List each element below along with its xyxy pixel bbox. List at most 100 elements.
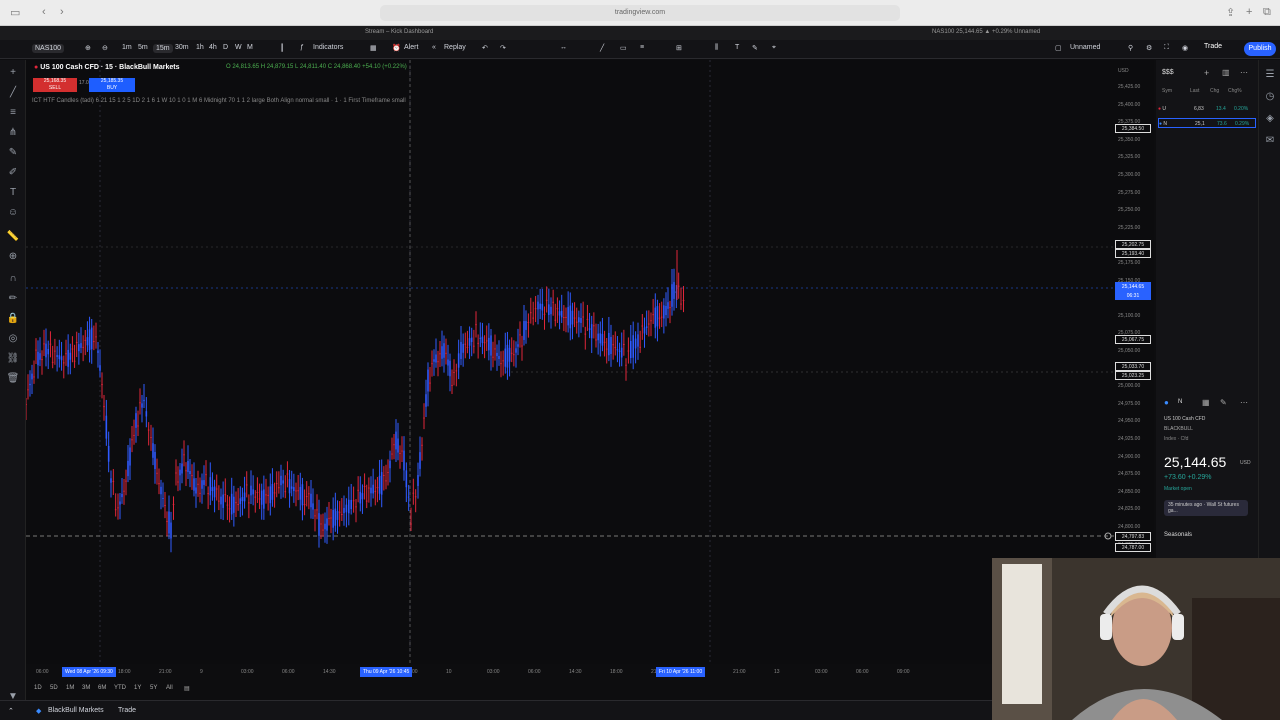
grid-layout-icon[interactable]: ⊞ bbox=[676, 44, 682, 52]
stay-drawing-icon[interactable]: ✏ bbox=[6, 292, 20, 306]
url-bar[interactable]: tradingview.com bbox=[380, 5, 900, 21]
tf-m[interactable]: M bbox=[247, 44, 253, 51]
layout-columns-icon[interactable]: ▥ bbox=[1222, 68, 1230, 77]
browser-tab-stream[interactable]: Stream – Kick Dashboard bbox=[365, 29, 433, 35]
trade-button[interactable]: Trade bbox=[1204, 43, 1222, 50]
sell-button[interactable]: 25,168.35 SELL bbox=[33, 78, 77, 92]
col-sym[interactable]: Sym bbox=[1162, 88, 1172, 94]
edit-icon[interactable]: ✎ bbox=[1220, 398, 1227, 407]
chat-icon[interactable]: ✉ bbox=[1263, 134, 1277, 148]
settings-icon[interactable]: ⚙ bbox=[1146, 44, 1152, 52]
replay-button[interactable]: Replay bbox=[444, 44, 466, 51]
pitchfork-icon[interactable]: ⋔ bbox=[6, 126, 20, 140]
layers-icon[interactable]: ◈ bbox=[1263, 112, 1277, 126]
new-tab-icon[interactable]: + bbox=[1246, 6, 1252, 18]
range-1y[interactable]: 1Y bbox=[134, 685, 141, 691]
watchlist-title[interactable]: $$$ bbox=[1162, 69, 1174, 76]
range-6m[interactable]: 6M bbox=[98, 685, 106, 691]
redo-icon[interactable]: ↷ bbox=[500, 44, 506, 52]
fullscreen-icon[interactable]: ⛶ bbox=[1164, 44, 1169, 52]
range-5y[interactable]: 5Y bbox=[150, 685, 157, 691]
watchlist-icon[interactable]: ☰ bbox=[1263, 68, 1277, 82]
col-last[interactable]: Last bbox=[1190, 88, 1199, 94]
trade-tab[interactable]: Trade bbox=[118, 707, 136, 714]
goto-date-icon[interactable]: ▤ bbox=[184, 685, 190, 692]
layout-icon[interactable]: ▢ bbox=[1055, 44, 1062, 52]
alert-button[interactable]: Alert bbox=[404, 44, 418, 51]
tf-30m[interactable]: 30m bbox=[175, 44, 189, 51]
symbol-title[interactable]: US 100 Cash CFD · 15 · BlackBull Markets bbox=[40, 64, 179, 71]
expand-icon[interactable]: ⌃ bbox=[8, 707, 14, 715]
tabs-overview-icon[interactable]: ⧉ bbox=[1263, 6, 1271, 19]
rectangle-tool-icon[interactable]: ▭ bbox=[620, 44, 627, 52]
range-all[interactable]: All bbox=[166, 685, 173, 691]
timeframe-dropdown-icon[interactable]: ⊖ bbox=[102, 44, 108, 52]
news-item[interactable]: 35 minutes ago · Wall St futures ga... bbox=[1164, 500, 1248, 516]
indicator-legend[interactable]: ICT HTF Candles (tadi) 6 21 15 1 2 5 1D … bbox=[32, 98, 406, 104]
camera-icon[interactable]: ◉ bbox=[1182, 44, 1188, 52]
crosshair-icon[interactable]: + bbox=[6, 66, 20, 80]
buy-button[interactable]: 25,185.35 BUY bbox=[89, 78, 135, 92]
currency-label[interactable]: USD bbox=[1118, 68, 1129, 74]
tf-15m[interactable]: 15m bbox=[153, 44, 173, 53]
symbol-search-button[interactable]: NAS100 bbox=[32, 44, 65, 53]
alert-icon[interactable]: ⏰ bbox=[392, 44, 401, 52]
pin-tool-icon[interactable]: ⌖ bbox=[772, 44, 776, 52]
fib-tool-icon[interactable]: ≡ bbox=[640, 44, 644, 51]
text-icon[interactable]: T bbox=[6, 186, 20, 200]
time-axis[interactable]: 06:00 14:30 18:00 21:00 9 03:00 06:00 14:30 18:0… bbox=[26, 664, 1114, 680]
browser-tab-tradingview[interactable]: NAS100 25,144.65 ▲ +0.29% Unnamed bbox=[932, 29, 1040, 35]
brush-tool-icon[interactable]: ✎ bbox=[752, 44, 758, 52]
publish-button[interactable]: Publish bbox=[1244, 42, 1276, 56]
range-3m[interactable]: 3M bbox=[82, 685, 90, 691]
trash-icon[interactable]: 🗑 bbox=[6, 372, 20, 386]
range-1m[interactable]: 1M bbox=[66, 685, 74, 691]
sidebar-toggle-icon[interactable]: ▭ bbox=[10, 6, 20, 19]
compare-plus-icon[interactable]: ⊕ bbox=[85, 44, 91, 52]
col-chg-pct[interactable]: Chg% bbox=[1228, 88, 1242, 94]
range-1d[interactable]: 1D bbox=[34, 685, 42, 691]
horizontal-lines-icon[interactable]: ≡ bbox=[6, 106, 20, 120]
tf-5m[interactable]: 5m bbox=[138, 44, 148, 51]
magnet-icon[interactable]: ∩ bbox=[6, 272, 20, 286]
layout-name[interactable]: Unnamed bbox=[1070, 44, 1100, 51]
measure-icon[interactable]: ⫼ bbox=[715, 44, 718, 52]
emoji-icon[interactable]: ☺ bbox=[6, 206, 20, 220]
indicators-button[interactable]: Indicators bbox=[313, 44, 343, 51]
chart-canvas[interactable] bbox=[26, 60, 1114, 664]
trendline-tool-icon[interactable]: ╱ bbox=[600, 44, 604, 52]
candle-type-icon[interactable]: ┃ bbox=[280, 44, 284, 52]
share-icon[interactable]: ⇪ bbox=[1226, 6, 1235, 19]
brush-icon[interactable]: ✎ bbox=[6, 146, 20, 160]
link-icon[interactable]: ⛓ bbox=[6, 352, 20, 366]
cursor-tool-icon[interactable]: ↔ bbox=[560, 44, 567, 51]
hide-icon[interactable]: ◎ bbox=[6, 332, 20, 346]
tf-1h[interactable]: 1h bbox=[196, 44, 204, 51]
indicators-icon[interactable]: ƒ bbox=[300, 44, 304, 51]
tf-w[interactable]: W bbox=[235, 44, 242, 51]
more-icon[interactable]: ⋯ bbox=[1240, 68, 1248, 77]
ruler-icon[interactable]: 📏 bbox=[6, 230, 20, 244]
details-symbol[interactable]: N bbox=[1178, 399, 1182, 405]
pen-icon[interactable]: ✐ bbox=[6, 166, 20, 180]
forward-icon[interactable]: › bbox=[60, 6, 64, 18]
back-icon[interactable]: ‹ bbox=[42, 6, 46, 18]
undo-icon[interactable]: ↶ bbox=[482, 44, 488, 52]
range-5d[interactable]: 5D bbox=[50, 685, 58, 691]
trendline-icon[interactable]: ╱ bbox=[6, 86, 20, 100]
tf-1m[interactable]: 1m bbox=[122, 44, 132, 51]
zoom-in-icon[interactable]: ⊕ bbox=[6, 250, 20, 264]
templates-icon[interactable]: ▦ bbox=[370, 44, 377, 52]
watchlist-row[interactable]: ● U 6,83 13.4 0.20% bbox=[1158, 104, 1256, 114]
broker-tab[interactable]: BlackBull Markets bbox=[48, 707, 104, 714]
add-symbol-icon[interactable]: + bbox=[1204, 68, 1209, 78]
col-chg[interactable]: Chg bbox=[1210, 88, 1219, 94]
details-more-icon[interactable]: ⋯ bbox=[1240, 398, 1248, 407]
replay-icon[interactable]: « bbox=[432, 44, 436, 51]
watchlist-row[interactable]: ● N 25,1 73.6 0.29% bbox=[1158, 118, 1256, 128]
search-icon[interactable]: ⚲ bbox=[1128, 44, 1133, 52]
tf-d[interactable]: D bbox=[223, 44, 228, 51]
seasonals-title[interactable]: Seasonals bbox=[1164, 532, 1192, 538]
text-tool-icon[interactable]: T bbox=[735, 44, 739, 51]
price-chart[interactable] bbox=[26, 60, 1114, 664]
